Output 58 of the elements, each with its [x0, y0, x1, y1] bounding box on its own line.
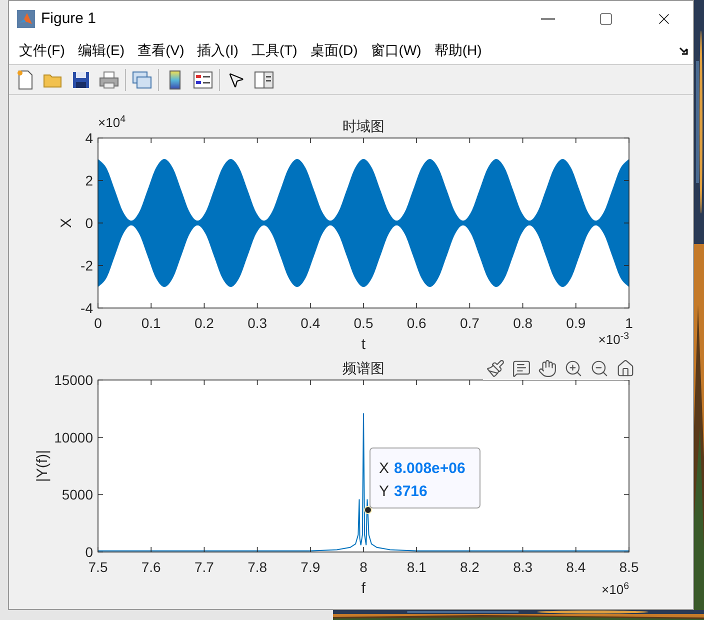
x-tick-label: 7.5 — [88, 559, 108, 575]
axis-multiplier: ×10$^{4}$ — [98, 116, 126, 129]
y-tick-label: 15000 — [54, 372, 93, 388]
y-tick-label: 10000 — [54, 429, 93, 446]
menu-item[interactable]: 查看(V) — [134, 40, 188, 61]
y-axis-label: X — [58, 218, 75, 228]
minimize-icon — [541, 18, 555, 20]
y-tick-label: 0 — [85, 215, 93, 231]
x-tick-label: 7.9 — [300, 559, 320, 575]
chart-title: 时域图 — [342, 118, 384, 134]
menu-item[interactable]: 插入(I) — [193, 40, 242, 61]
axis-multiplier: ×10$^{-3}$ — [598, 333, 629, 346]
x-tick-label: 0.6 — [406, 315, 426, 331]
x-axis-label: t — [361, 336, 366, 353]
datatip-y-label: Y — [379, 483, 390, 500]
x-tick-label: 8.2 — [460, 559, 480, 575]
maximize-icon — [599, 12, 613, 26]
x-tick-label: 0.3 — [248, 315, 268, 331]
menu-item[interactable]: 窗口(W) — [366, 40, 426, 61]
x-tick-label: 0.9 — [566, 315, 586, 331]
chart-title: 频谱图 — [342, 360, 384, 376]
y-tick-label: 5000 — [62, 486, 93, 503]
y-tick-label: 4 — [85, 130, 93, 146]
app-logo-icon — [17, 10, 35, 28]
x-tick-label: 1 — [625, 315, 633, 331]
x-tick-label: 0 — [94, 315, 102, 331]
x-tick-label: 8.4 — [566, 559, 586, 575]
x-tick-label: 7.7 — [194, 559, 214, 575]
x-tick-label: 7.8 — [248, 559, 268, 575]
x-tick-label: 0.5 — [354, 315, 374, 331]
menu-item[interactable]: 帮助(H) — [430, 40, 486, 61]
window-title: Figure 1 — [41, 8, 96, 29]
data-point-marker[interactable] — [364, 506, 372, 514]
y-tick-label: 0 — [85, 544, 93, 560]
chevron-icon[interactable] — [679, 46, 689, 56]
datatip-x-label: X — [379, 460, 390, 477]
x-tick-label: 0.4 — [300, 315, 320, 331]
x-tick-label: 0.8 — [513, 315, 533, 331]
x-tick-label: 7.6 — [141, 559, 161, 575]
y-tick-label: 2 — [85, 172, 93, 188]
x-tick-label: 0.1 — [141, 315, 161, 331]
x-tick-label: 8 — [360, 559, 368, 575]
menu-item[interactable]: 桌面(D) — [306, 40, 362, 61]
y-tick-label: -4 — [80, 300, 93, 316]
menu-item[interactable]: 工具(T) — [247, 40, 302, 61]
menu-item[interactable]: 编辑(E) — [74, 40, 129, 61]
x-tick-label: 0.2 — [194, 315, 214, 331]
datatip-y-value: 3716 — [394, 483, 428, 500]
y-axis-label: |Y(f)| — [34, 450, 51, 482]
x-tick-label: 8.3 — [513, 559, 533, 575]
x-tick-label: 0.7 — [460, 315, 480, 331]
y-tick-label: -2 — [80, 258, 93, 274]
x-tick-label: 8.5 — [619, 559, 639, 575]
axis-multiplier: ×10$^{6}$ — [602, 583, 629, 596]
menu-item[interactable]: 文件(F) — [15, 40, 69, 61]
x-tick-label: 8.1 — [406, 559, 426, 575]
x-axis-label: f — [361, 580, 366, 597]
datatip-x-value: 8.008e+06 — [394, 460, 466, 477]
